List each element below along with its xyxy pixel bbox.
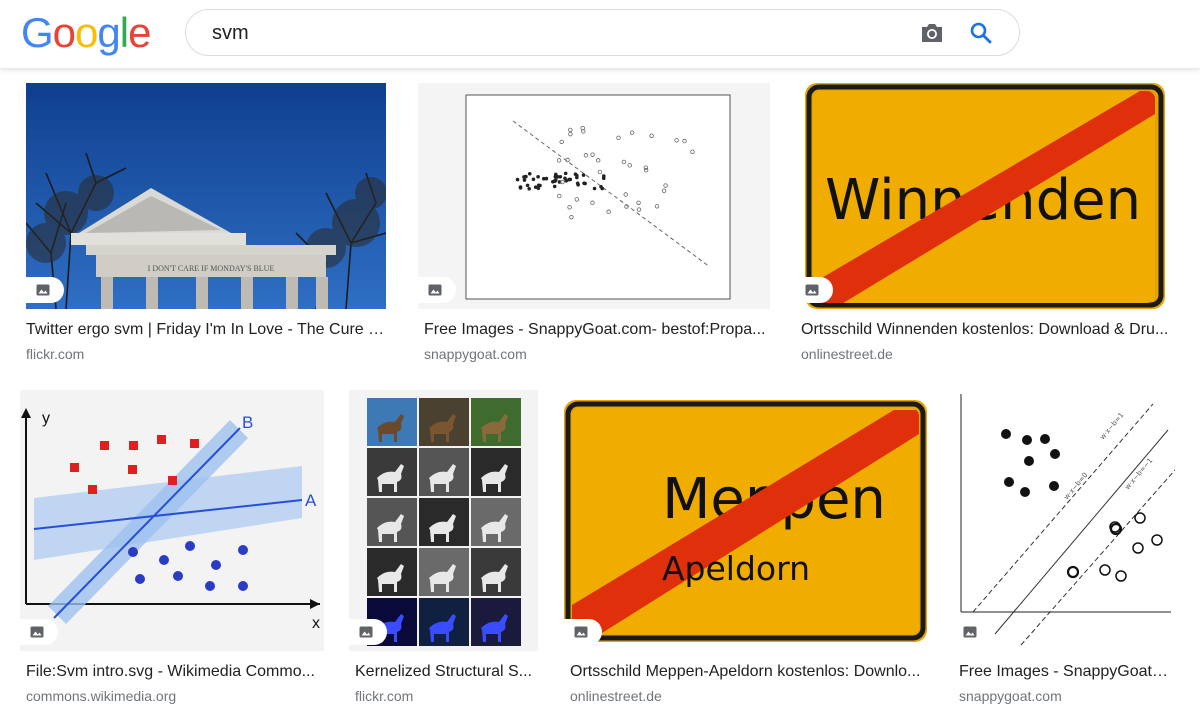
result-domain: flickr.com bbox=[26, 346, 85, 362]
result-title[interactable]: Ortsschild Meppen-Apeldorn kostenlos: Do… bbox=[570, 662, 925, 682]
town-sign-image: Meppen Apeldorn bbox=[564, 400, 927, 642]
temple-photo: I DON'T CARE IF MONDAY'S BLUE bbox=[26, 83, 386, 309]
image-icon bbox=[428, 284, 442, 296]
top-bar: Google bbox=[0, 0, 1200, 68]
result-card[interactable]: Meppen Apeldorn Ortsschild Meppen-Apeldo… bbox=[564, 390, 927, 707]
image-badge bbox=[349, 619, 387, 645]
result-title[interactable]: Ortsschild Winnenden kostenlos: Download… bbox=[801, 320, 1173, 340]
image-icon bbox=[574, 626, 588, 638]
result-domain: onlinestreet.de bbox=[801, 346, 893, 362]
image-icon bbox=[30, 626, 44, 638]
result-domain: snappygoat.com bbox=[424, 346, 527, 362]
result-thumbnail[interactable] bbox=[418, 83, 770, 309]
search-input[interactable] bbox=[212, 20, 892, 46]
logo-letter-g: G bbox=[21, 9, 54, 56]
town-sign-image: Winnenden bbox=[805, 83, 1165, 309]
logo-letter-g2: g bbox=[97, 9, 120, 56]
logo-letter-o1: o bbox=[52, 9, 76, 56]
result-card[interactable]: Kernelized Structural S... flickr.com bbox=[349, 390, 538, 707]
image-icon bbox=[805, 284, 819, 296]
result-domain: snappygoat.com bbox=[959, 688, 1062, 704]
result-thumbnail[interactable] bbox=[349, 390, 538, 651]
sign-subtitle: Apeldorn bbox=[662, 549, 810, 588]
result-thumbnail[interactable]: Meppen Apeldorn bbox=[564, 390, 927, 651]
result-thumbnail[interactable]: I DON'T CARE IF MONDAY'S BLUE bbox=[26, 83, 386, 309]
svm-margin-image: w·x−b=0 w·x−b=1 w·x−b=−1 bbox=[960, 394, 1175, 646]
result-title[interactable]: Free Images - SnappyGoat.com- bestof:Stu… bbox=[959, 662, 1171, 682]
image-icon bbox=[359, 626, 373, 638]
image-badge bbox=[795, 277, 833, 303]
svg-text:w·x−b=−1: w·x−b=−1 bbox=[1123, 457, 1154, 492]
line-b-label: B bbox=[242, 413, 253, 432]
result-card[interactable]: y x A B File:Svm intro.svg - Wikimedia C… bbox=[20, 390, 324, 707]
logo-letter-l: l bbox=[119, 9, 129, 56]
result-domain: commons.wikimedia.org bbox=[26, 688, 177, 704]
result-domain: flickr.com bbox=[355, 688, 414, 704]
result-card[interactable]: w·x−b=0 w·x−b=1 w·x−b=−1 Free Images - S… bbox=[953, 390, 1175, 707]
image-badge bbox=[20, 619, 58, 645]
image-badge bbox=[418, 277, 456, 303]
svg-text:w·x−b=0: w·x−b=0 bbox=[1062, 471, 1089, 501]
logo-letter-e: e bbox=[128, 9, 151, 56]
temple-inscription: I DON'T CARE IF MONDAY'S BLUE bbox=[148, 264, 275, 273]
result-card[interactable]: I DON'T CARE IF MONDAY'S BLUE Twitter er… bbox=[26, 83, 388, 368]
result-thumbnail[interactable]: w·x−b=0 w·x−b=1 w·x−b=−1 bbox=[953, 390, 1175, 651]
svm-diagram-image: y x A B bbox=[21, 408, 320, 632]
image-icon bbox=[36, 284, 50, 296]
search-icon[interactable] bbox=[968, 20, 994, 46]
result-title[interactable]: File:Svm intro.svg - Wikimedia Commo... bbox=[26, 662, 326, 682]
logo-letter-o2: o bbox=[75, 9, 98, 56]
svg-text:w·x−b=1: w·x−b=1 bbox=[1098, 411, 1125, 441]
axis-x-label: x bbox=[312, 615, 320, 632]
result-title[interactable]: Twitter ergo svm | Friday I'm In Love - … bbox=[26, 320, 388, 340]
result-title[interactable]: Kernelized Structural S... bbox=[355, 662, 535, 682]
image-icon bbox=[963, 626, 977, 638]
result-domain: onlinestreet.de bbox=[570, 688, 662, 704]
image-badge bbox=[26, 277, 64, 303]
result-thumbnail[interactable]: Winnenden bbox=[795, 83, 1175, 309]
horse-grid-image bbox=[367, 398, 521, 646]
line-a-label: A bbox=[305, 491, 317, 510]
result-card[interactable]: Free Images - SnappyGoat.com- bestof:Pro… bbox=[418, 83, 770, 368]
image-badge bbox=[953, 619, 991, 645]
camera-icon[interactable] bbox=[919, 21, 945, 45]
result-card[interactable]: Winnenden Ortsschild Winnenden kostenlos… bbox=[795, 83, 1175, 368]
search-box bbox=[185, 9, 1020, 56]
image-badge bbox=[564, 619, 602, 645]
result-title[interactable]: Free Images - SnappyGoat.com- bestof:Pro… bbox=[424, 320, 769, 340]
result-thumbnail[interactable]: y x A B bbox=[20, 390, 324, 651]
scatter-plot-image bbox=[465, 94, 731, 300]
google-logo[interactable]: Google bbox=[21, 8, 151, 58]
axis-y-label: y bbox=[42, 410, 50, 427]
